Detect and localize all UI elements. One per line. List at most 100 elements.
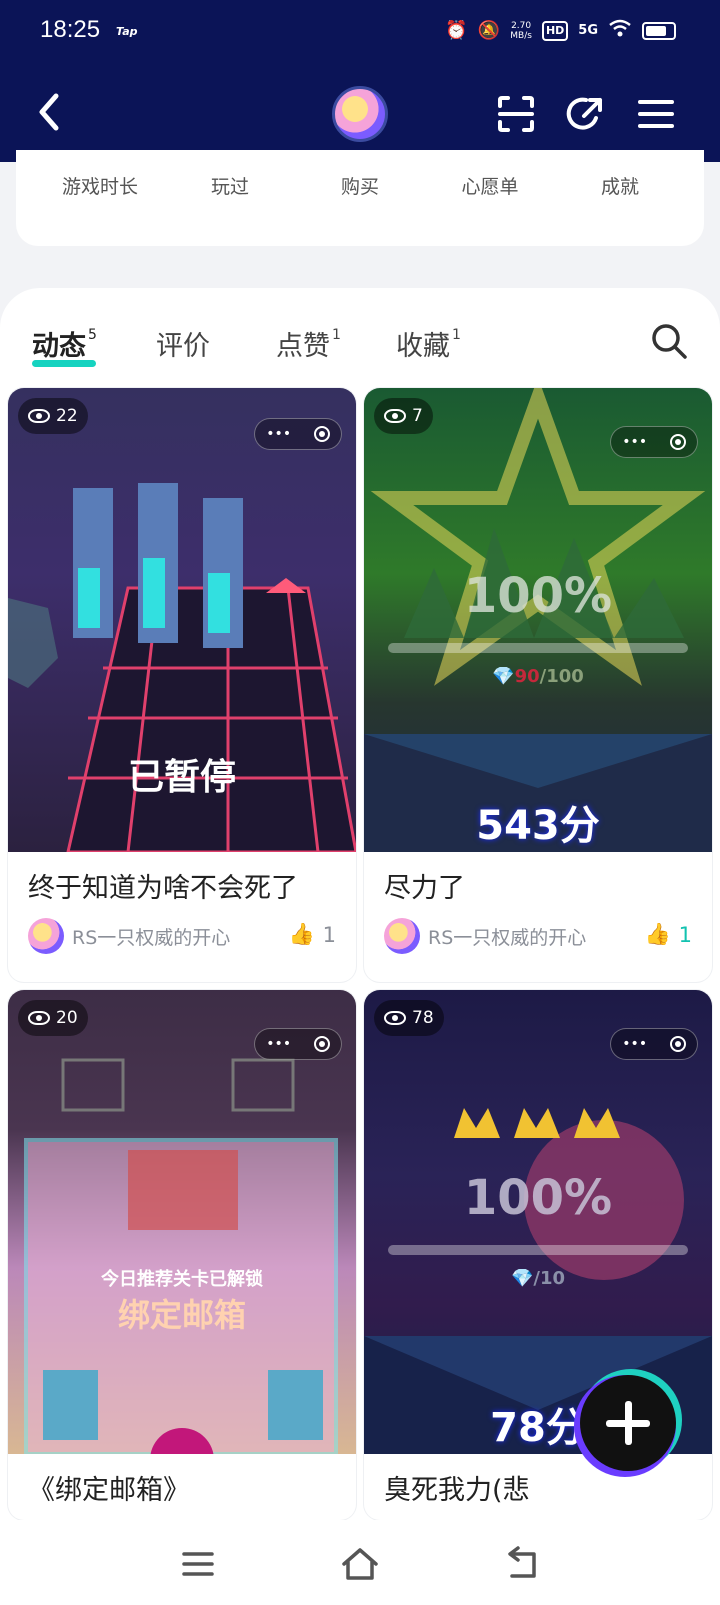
- stat-purchased[interactable]: 购买: [300, 172, 420, 199]
- mini-program-capsule[interactable]: •••: [254, 1028, 342, 1060]
- completion-percent: 100%: [463, 1170, 613, 1226]
- more-icon[interactable]: •••: [266, 1036, 291, 1052]
- stat-played[interactable]: 玩过: [170, 172, 290, 199]
- more-icon[interactable]: •••: [622, 1036, 647, 1052]
- tab-likes[interactable]: 点赞 1: [276, 324, 341, 363]
- view-count-value: 20: [56, 1008, 78, 1028]
- home-icon[interactable]: [340, 1546, 380, 1582]
- gem-total: /10: [533, 1268, 566, 1289]
- app-header: [0, 80, 720, 150]
- post-thumbnail[interactable]: 20 ••• 今日推荐关卡已解锁 绑定邮箱: [8, 990, 356, 1454]
- banner-subtitle: 今日推荐关卡已解锁: [101, 1269, 263, 1290]
- mini-program-capsule[interactable]: •••: [610, 1028, 698, 1060]
- status-bar: 18:25 Tap ⏰ 🔕 2.70 MB/s HD 5G: [0, 0, 720, 66]
- view-count-value: 7: [412, 406, 423, 426]
- tab-reviews[interactable]: 评价: [156, 324, 210, 363]
- network-speed: 2.70 MB/s: [510, 21, 532, 41]
- view-count: 22: [18, 398, 88, 434]
- more-icon[interactable]: •••: [622, 434, 647, 450]
- gem-count: 💎/10: [364, 1268, 712, 1289]
- post-thumbnail[interactable]: 78 ••• 100% 💎/10 78分: [364, 990, 712, 1454]
- tab-label: 评价: [156, 331, 210, 362]
- thumbs-up-filled-icon: 👍: [644, 922, 671, 946]
- author-name[interactable]: RS一只权威的开心: [428, 923, 586, 950]
- completion-percent: 100%: [463, 568, 613, 624]
- tab-label: 收藏: [396, 331, 450, 362]
- post-card[interactable]: 22 ••• 已暂停 终于知道为啥不会死了 RS一只权威的开心 👍 1: [8, 388, 356, 982]
- tab-count: 1: [452, 327, 461, 343]
- gem-count: 💎90/100: [364, 666, 712, 687]
- close-target-icon[interactable]: [669, 1036, 686, 1052]
- author-name[interactable]: RS一只权威的开心: [72, 923, 230, 950]
- view-count-value: 22: [56, 406, 78, 426]
- paused-label: 已暂停: [127, 757, 236, 798]
- close-target-icon[interactable]: [313, 426, 330, 442]
- stat-wishlist[interactable]: 心愿单: [430, 172, 550, 199]
- tab-favorites[interactable]: 收藏 1: [396, 324, 461, 363]
- top-bar: 18:25 Tap ⏰ 🔕 2.70 MB/s HD 5G: [0, 0, 720, 162]
- like-button[interactable]: 👍 1: [288, 922, 336, 947]
- progress-bar: [388, 643, 688, 653]
- post-title[interactable]: 终于知道为啥不会死了: [28, 866, 298, 905]
- post-card[interactable]: 20 ••• 今日推荐关卡已解锁 绑定邮箱 《绑定邮箱》: [8, 990, 356, 1520]
- post-title[interactable]: 臭死我力(悲: [384, 1468, 530, 1507]
- active-tab-indicator: [32, 360, 96, 367]
- hd-icon: HD: [541, 21, 569, 41]
- view-count: 7: [374, 398, 433, 434]
- wifi-icon: [608, 18, 632, 44]
- post-title[interactable]: 尽力了: [384, 866, 465, 905]
- post-thumbnail[interactable]: 22 ••• 已暂停: [8, 388, 356, 852]
- thumbs-up-icon: 👍: [288, 922, 315, 946]
- author-avatar[interactable]: [28, 918, 64, 954]
- recents-icon[interactable]: [178, 1546, 218, 1582]
- mini-program-capsule[interactable]: •••: [254, 418, 342, 450]
- status-time: 18:25: [40, 16, 101, 43]
- close-target-icon[interactable]: [669, 434, 686, 450]
- stats-card: 游戏时长 玩过 购买 心愿单 成就: [16, 150, 704, 246]
- gem-total: /100: [539, 666, 584, 687]
- tab-count: 1: [332, 327, 341, 343]
- eye-icon: [28, 409, 50, 423]
- eye-icon: [384, 409, 406, 423]
- like-button[interactable]: 👍 1: [644, 922, 692, 947]
- stat-achievements[interactable]: 成就: [560, 172, 680, 199]
- like-count: 1: [678, 922, 692, 947]
- banner-title: 绑定邮箱: [117, 1296, 246, 1334]
- back-nav-icon[interactable]: [502, 1546, 542, 1582]
- post-author[interactable]: RS一只权威的开心: [28, 918, 230, 954]
- author-avatar[interactable]: [384, 918, 420, 954]
- post-author[interactable]: RS一只权威的开心: [384, 918, 586, 954]
- signal-icon: 5G: [578, 23, 598, 38]
- eye-icon: [384, 1011, 406, 1025]
- tab-moments[interactable]: 动态 5: [32, 324, 97, 363]
- close-target-icon[interactable]: [313, 1036, 330, 1052]
- share-icon[interactable]: [566, 94, 606, 134]
- gem-icon: 💎: [510, 1268, 534, 1289]
- stat-playtime[interactable]: 游戏时长: [40, 172, 160, 199]
- profile-avatar[interactable]: [332, 86, 388, 142]
- post-thumbnail[interactable]: 7 ••• 100% 💎90/100 543分: [364, 388, 712, 852]
- alarm-icon: ⏰: [445, 20, 468, 41]
- mini-program-capsule[interactable]: •••: [610, 426, 698, 458]
- gem-value: 90: [514, 666, 540, 687]
- post-title[interactable]: 《绑定邮箱》: [28, 1468, 190, 1507]
- menu-icon[interactable]: [636, 94, 676, 134]
- battery-icon: [642, 22, 676, 40]
- score-label: 543分: [476, 803, 600, 849]
- create-post-button[interactable]: [580, 1375, 676, 1471]
- back-icon[interactable]: [32, 90, 72, 134]
- post-card[interactable]: 7 ••• 100% 💎90/100 543分 尽力了 RS一只权威的开心 👍 …: [364, 388, 712, 982]
- gem-icon: 💎: [492, 666, 515, 687]
- tab-label: 动态: [32, 331, 86, 362]
- search-icon[interactable]: [650, 322, 688, 360]
- tab-count: 5: [88, 327, 97, 343]
- system-nav-bar: [0, 1520, 720, 1605]
- progress-bar: [388, 1245, 688, 1255]
- like-count: 1: [322, 922, 336, 947]
- view-count: 20: [18, 1000, 88, 1036]
- tab-label: 点赞: [276, 331, 330, 362]
- view-count: 78: [374, 1000, 444, 1036]
- scan-icon[interactable]: [496, 94, 536, 134]
- more-icon[interactable]: •••: [266, 426, 291, 442]
- mute-icon: 🔕: [477, 20, 501, 41]
